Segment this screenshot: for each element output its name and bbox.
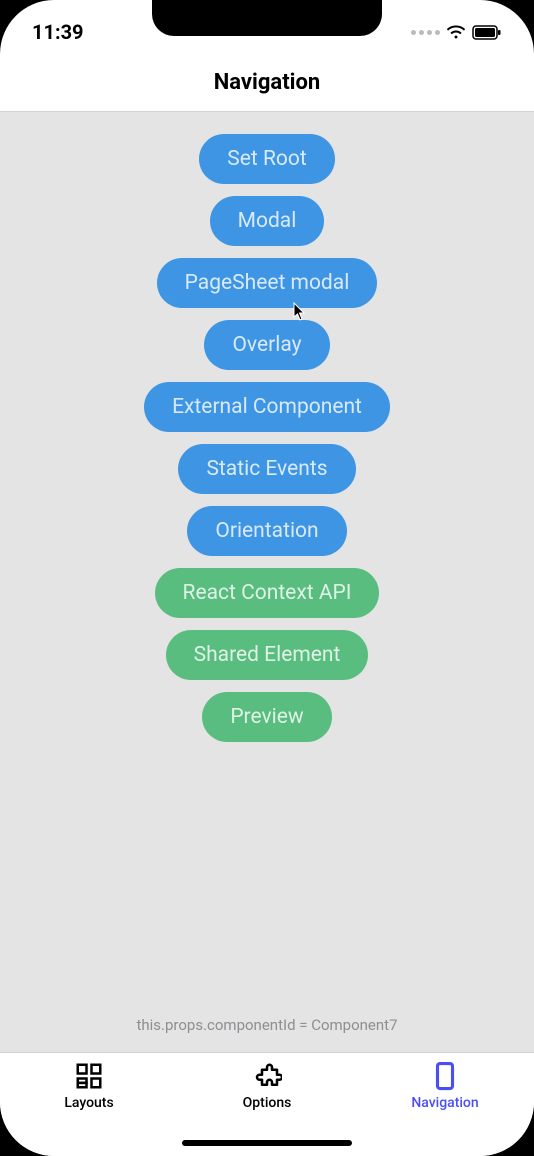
home-indicator[interactable] (182, 1140, 352, 1146)
set-root-button[interactable]: Set Root (199, 134, 334, 184)
button-list: Set Root Modal PageSheet modal Overlay E… (144, 134, 390, 742)
external-component-button[interactable]: External Component (144, 382, 390, 432)
shared-element-button[interactable]: Shared Element (166, 630, 369, 680)
tab-label: Navigation (411, 1095, 478, 1111)
react-context-api-button[interactable]: React Context API (155, 568, 380, 618)
modal-button[interactable]: Modal (210, 196, 325, 246)
overlay-button[interactable]: Overlay (204, 320, 329, 370)
page-title: Navigation (214, 70, 320, 95)
navigation-header: Navigation (0, 54, 534, 112)
static-events-button[interactable]: Static Events (178, 444, 355, 494)
component-id-label: this.props.componentId = Component7 (136, 1016, 397, 1034)
device-notch (152, 0, 382, 36)
layouts-icon (74, 1061, 104, 1091)
tab-navigation[interactable]: Navigation (385, 1061, 505, 1156)
device-frame: 11:39 Navigation Set Root Modal PageShee… (0, 0, 534, 1156)
cellular-dots-icon (411, 30, 440, 35)
tab-layouts[interactable]: Layouts (29, 1061, 149, 1156)
battery-icon (472, 25, 502, 40)
extension-icon (252, 1061, 282, 1091)
tab-label: Options (243, 1095, 292, 1111)
status-icons (411, 24, 502, 40)
device-icon (430, 1061, 460, 1091)
tab-label: Layouts (64, 1095, 113, 1111)
status-time: 11:39 (32, 20, 84, 44)
preview-button[interactable]: Preview (202, 692, 331, 742)
pagesheet-modal-button[interactable]: PageSheet modal (157, 258, 378, 308)
wifi-icon (446, 24, 466, 40)
orientation-button[interactable]: Orientation (187, 506, 346, 556)
content-area: Set Root Modal PageSheet modal Overlay E… (0, 112, 534, 1052)
